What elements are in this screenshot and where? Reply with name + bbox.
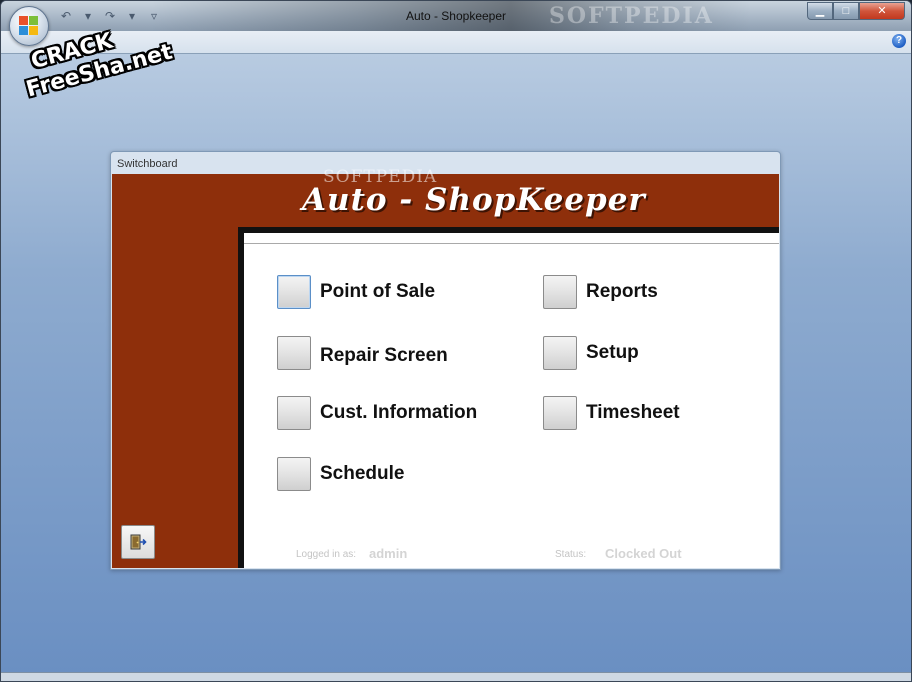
status-label: Status: [555,549,587,560]
maximize-button[interactable]: □ [833,2,859,20]
panel-divider [244,243,779,244]
undo-dropdown-icon[interactable]: ▾ [79,9,97,23]
setup-button[interactable] [543,336,577,370]
redo-icon[interactable]: ↷ [101,9,119,23]
setup-label[interactable]: Setup [586,342,639,364]
close-button[interactable]: ✕ [859,2,905,20]
softpedia-form-watermark: SOFTPEDIA [323,167,438,187]
minimize-button[interactable]: ▁ [807,2,833,20]
timesheet-label[interactable]: Timesheet [586,402,680,424]
menu-panel: Point of Sale Repair Screen Cust. Inform… [244,233,779,568]
clock-status: Clocked Out [605,546,682,561]
reports-button[interactable] [543,275,577,309]
point-of-sale-button[interactable] [277,275,311,309]
window-controls: ▁ □ ✕ [807,2,905,20]
logged-in-user: admin [369,546,408,561]
office-button[interactable] [9,6,49,46]
cust-information-label[interactable]: Cust. Information [320,402,477,424]
office-logo-icon [19,16,39,36]
exit-button[interactable] [121,525,155,559]
app-window: SOFTPEDIA Auto - Shopkeeper ↶ ▾ ↷ ▾ ▿ ▁ … [0,0,912,682]
form-title: Switchboard [117,158,178,170]
undo-icon[interactable]: ↶ [57,9,75,23]
cust-information-button[interactable] [277,396,311,430]
status-bar [1,672,911,681]
repair-screen-label[interactable]: Repair Screen [320,345,448,367]
exit-door-icon [130,534,147,550]
timesheet-button[interactable] [543,396,577,430]
help-icon[interactable]: ? [892,34,906,48]
repair-screen-button[interactable] [277,336,311,370]
reports-label[interactable]: Reports [586,281,658,303]
point-of-sale-label[interactable]: Point of Sale [320,281,435,303]
logged-in-label: Logged in as: [296,549,357,560]
schedule-button[interactable] [277,457,311,491]
switchboard-form: Switchboard SOFTPEDIA Auto - ShopKeeper … [110,151,781,570]
app-header-title: Auto - ShopKeeper [302,182,646,218]
form-body: Auto - ShopKeeper Point of Sale Repair S… [112,174,779,568]
schedule-label[interactable]: Schedule [320,463,404,485]
